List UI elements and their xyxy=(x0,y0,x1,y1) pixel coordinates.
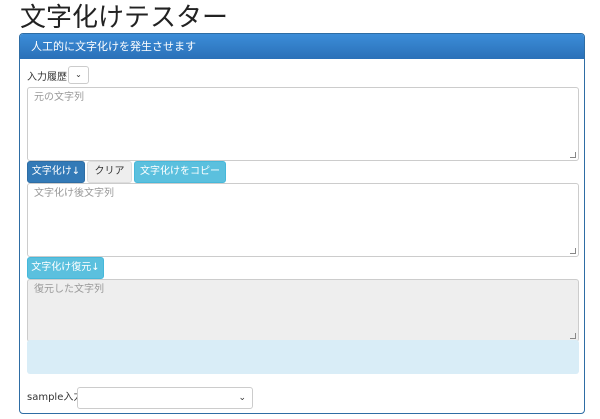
garble-button[interactable]: 文字化け↓ xyxy=(27,161,85,183)
clear-button[interactable]: クリア xyxy=(87,161,132,183)
history-select[interactable]: ⌄ xyxy=(68,66,89,84)
resize-grip-icon[interactable] xyxy=(570,333,576,339)
sample-select[interactable]: ⌄ xyxy=(77,387,253,409)
garbled-placeholder: 文字化け後文字列 xyxy=(34,188,114,199)
garble-panel: 人工的に文字化けを発生させます 入力履歴 ⌄ 元の文字列 文字化け↓ クリア 文… xyxy=(19,33,585,414)
restored-placeholder: 復元した文字列 xyxy=(34,284,104,295)
sample-label: sample入力 xyxy=(27,392,84,403)
copy-garbled-button[interactable]: 文字化けをコピー xyxy=(134,161,226,183)
panel-heading: 人工的に文字化けを発生させます xyxy=(20,34,584,59)
source-textarea[interactable]: 元の文字列 xyxy=(27,87,579,161)
resize-grip-icon[interactable] xyxy=(570,248,576,254)
resize-grip-icon[interactable] xyxy=(570,152,576,158)
source-placeholder: 元の文字列 xyxy=(34,92,84,103)
page-title: 文字化けテスター xyxy=(20,3,229,33)
result-info-box xyxy=(27,340,579,374)
restore-button[interactable]: 文字化け復元↓ xyxy=(27,257,104,279)
chevron-down-icon: ⌄ xyxy=(238,393,246,403)
garbled-textarea[interactable]: 文字化け後文字列 xyxy=(27,183,579,257)
history-label: 入力履歴 xyxy=(27,72,67,83)
chevron-down-icon: ⌄ xyxy=(75,70,82,79)
restored-textarea: 復元した文字列 xyxy=(27,279,579,342)
